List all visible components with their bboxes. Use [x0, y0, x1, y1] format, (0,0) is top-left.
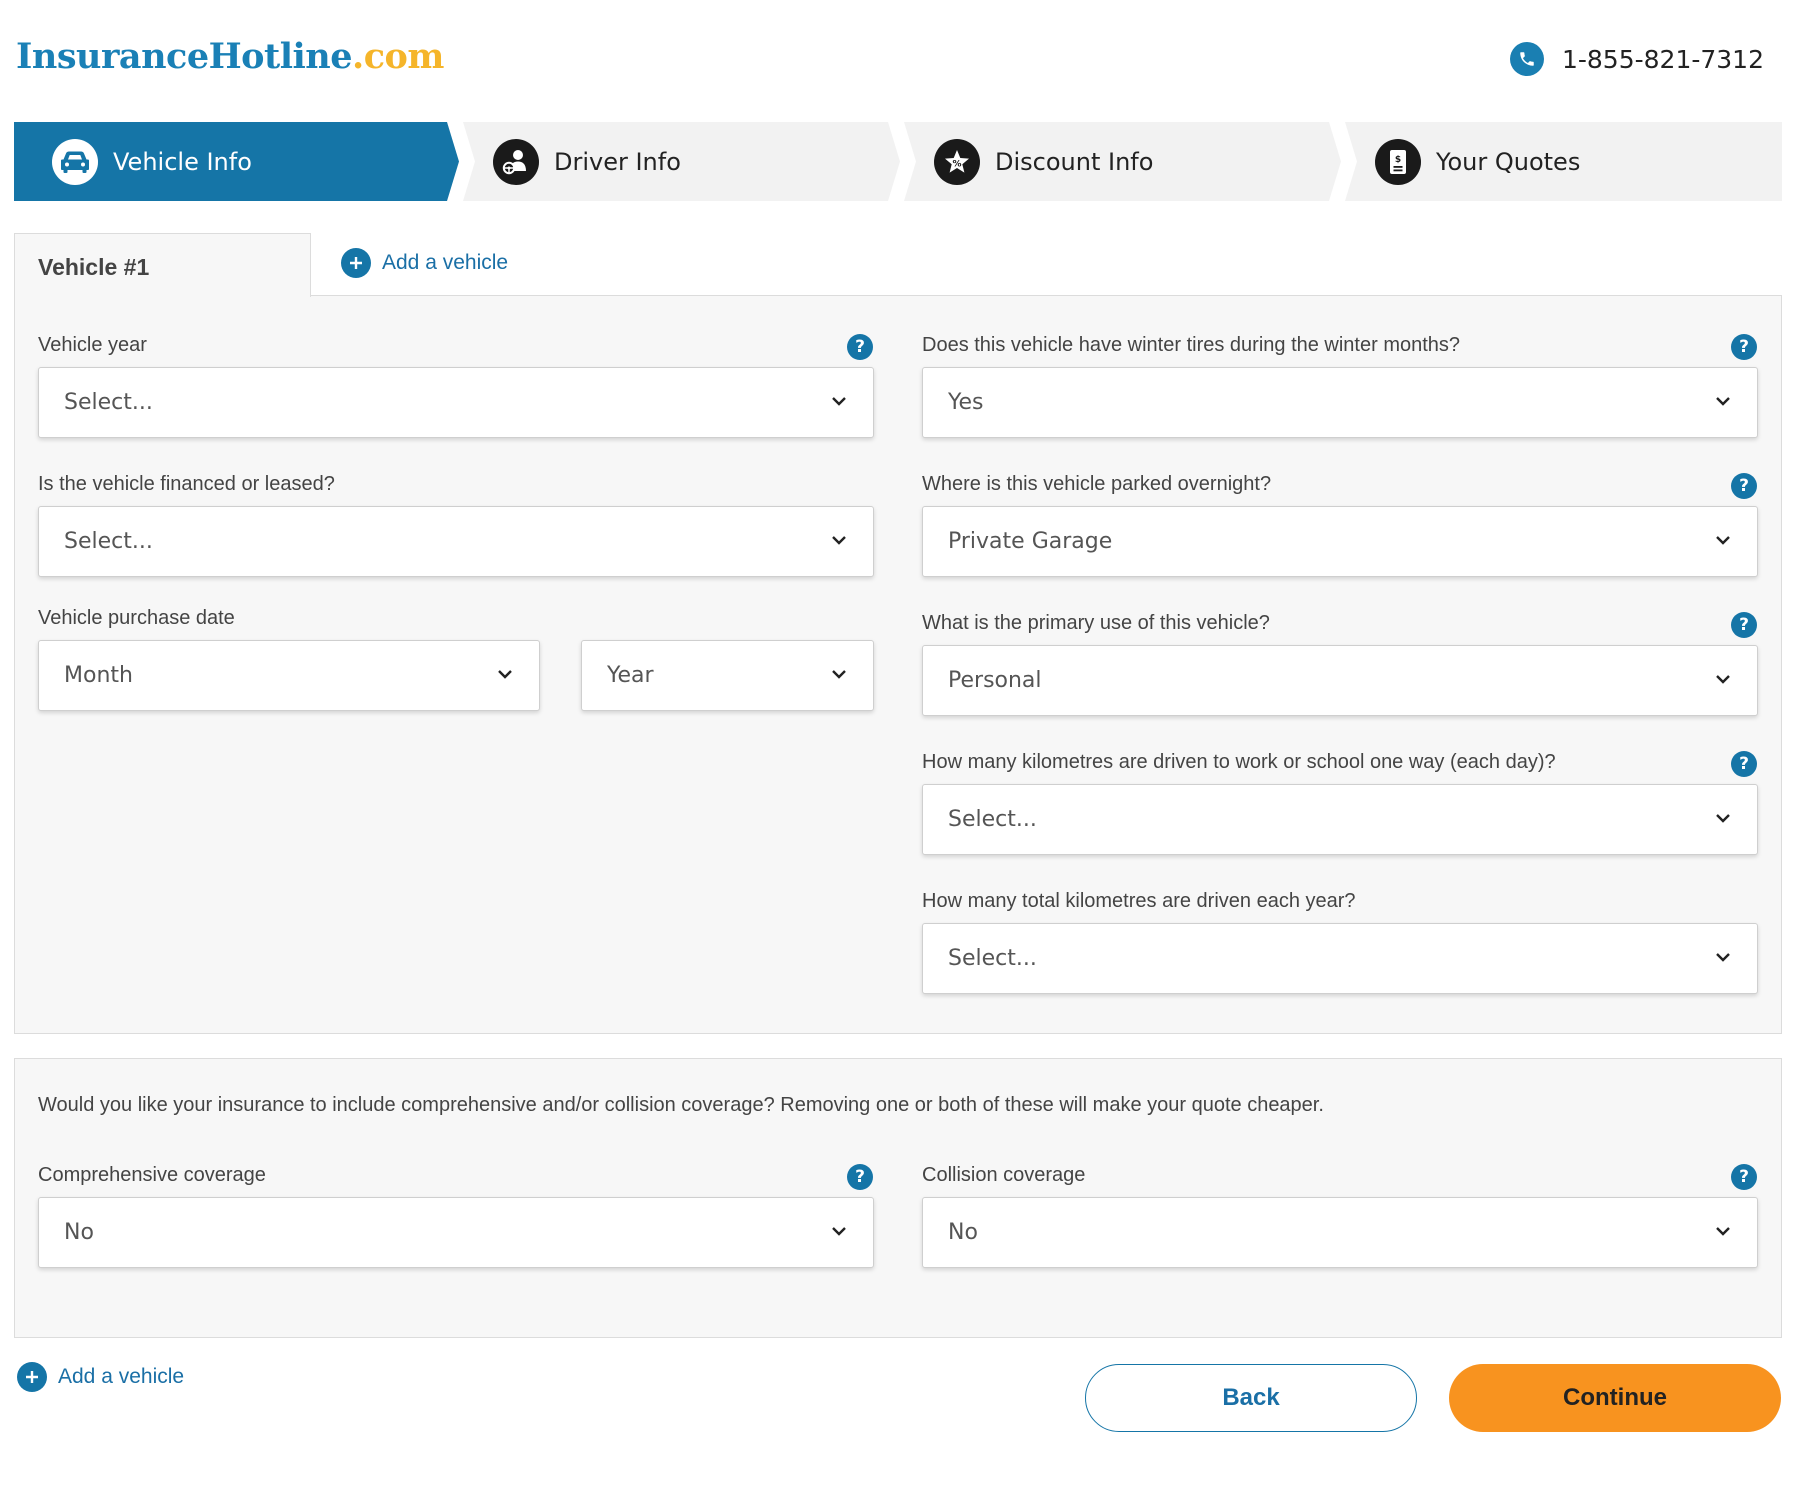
- km-commute-label: How many kilometres are driven to work o…: [922, 751, 1556, 773]
- logo-brand: InsuranceHotline: [16, 36, 353, 77]
- select-value: Year: [607, 663, 654, 688]
- primary-use-label: What is the primary use of this vehicle?: [922, 612, 1270, 634]
- step-label: Driver Info: [554, 147, 681, 176]
- chevron-down-icon: [1716, 675, 1730, 684]
- chevron-down-icon: [1716, 397, 1730, 406]
- financed-label: Is the vehicle financed or leased?: [38, 473, 335, 495]
- logo-tld: .com: [352, 36, 444, 77]
- continue-button[interactable]: Continue: [1449, 1364, 1781, 1432]
- quote-document-icon: $: [1375, 138, 1421, 185]
- step-label: Your Quotes: [1436, 147, 1581, 176]
- winter-tires-label: Does this vehicle have winter tires duri…: [922, 334, 1461, 356]
- purchase-date-label: Vehicle purchase date: [38, 607, 235, 629]
- select-value: Month: [64, 663, 133, 688]
- vehicle-year-label: Vehicle year: [38, 334, 147, 356]
- parked-overnight-select[interactable]: Private Garage: [922, 506, 1758, 577]
- km-yearly-select[interactable]: Select...: [922, 923, 1758, 994]
- help-icon[interactable]: ?: [1731, 1164, 1757, 1190]
- vehicle-details-panel: Vehicle year ? Select... Is the vehicle …: [14, 295, 1782, 1034]
- chevron-down-icon: [832, 536, 846, 545]
- chevron-down-icon: [1716, 1227, 1730, 1236]
- select-value: No: [64, 1220, 94, 1245]
- purchase-year-select[interactable]: Year: [581, 640, 874, 711]
- plus-circle-icon: [17, 1362, 47, 1392]
- chevron-down-icon: [832, 670, 846, 679]
- add-vehicle-label: Add a vehicle: [58, 1365, 185, 1388]
- chevron-down-icon: [1716, 536, 1730, 545]
- svg-text:%: %: [952, 159, 961, 169]
- select-value: Yes: [948, 390, 984, 415]
- step-your-quotes[interactable]: $ Your Quotes: [1345, 122, 1782, 201]
- purchase-month-select[interactable]: Month: [38, 640, 540, 711]
- phone-icon: [1509, 42, 1544, 76]
- help-icon[interactable]: ?: [1731, 751, 1757, 777]
- primary-use-select[interactable]: Personal: [922, 645, 1758, 716]
- select-value: Select...: [64, 529, 153, 554]
- coverage-panel: Would you like your insurance to include…: [14, 1058, 1782, 1338]
- progress-stepper: Vehicle Info Driver Info % Discount Info…: [14, 122, 1782, 201]
- site-logo[interactable]: InsuranceHotline.com: [16, 36, 444, 77]
- km-yearly-label: How many total kilometres are driven eac…: [922, 890, 1356, 912]
- quote-form-page: InsuranceHotline.com 1-855-821-7312 Vehi…: [0, 0, 1796, 1497]
- vehicle-year-select[interactable]: Select...: [38, 367, 874, 438]
- help-icon[interactable]: ?: [1731, 334, 1757, 360]
- tab-label: Vehicle #1: [38, 254, 150, 280]
- help-icon[interactable]: ?: [1731, 473, 1757, 499]
- help-icon[interactable]: ?: [847, 334, 873, 360]
- select-value: Select...: [948, 946, 1037, 971]
- chevron-down-icon: [832, 397, 846, 406]
- winter-tires-select[interactable]: Yes: [922, 367, 1758, 438]
- chevron-down-icon: [498, 670, 512, 679]
- coverage-question: Would you like your insurance to include…: [38, 1094, 1324, 1116]
- comprehensive-select[interactable]: No: [38, 1197, 874, 1268]
- select-value: Private Garage: [948, 529, 1113, 554]
- chevron-down-icon: [832, 1227, 846, 1236]
- step-label: Discount Info: [995, 147, 1154, 176]
- svg-text:$: $: [1395, 155, 1401, 165]
- back-button[interactable]: Back: [1085, 1364, 1417, 1432]
- plus-circle-icon: [341, 248, 371, 278]
- parked-overnight-label: Where is this vehicle parked overnight?: [922, 473, 1272, 495]
- chevron-down-icon: [1716, 953, 1730, 962]
- add-vehicle-label: Add a vehicle: [382, 251, 509, 274]
- step-label: Vehicle Info: [113, 147, 252, 176]
- tab-vehicle-1[interactable]: Vehicle #1: [14, 233, 311, 297]
- select-value: Personal: [948, 668, 1042, 693]
- add-vehicle-footer-link[interactable]: Add a vehicle: [17, 1362, 184, 1392]
- select-value: Select...: [64, 390, 153, 415]
- step-vehicle-info[interactable]: Vehicle Info: [14, 122, 459, 201]
- km-commute-select[interactable]: Select...: [922, 784, 1758, 855]
- phone-number: 1-855-821-7312: [1561, 44, 1764, 74]
- select-value: No: [948, 1220, 978, 1245]
- select-value: Select...: [948, 807, 1037, 832]
- car-icon: [52, 139, 98, 185]
- help-icon[interactable]: ?: [847, 1164, 873, 1190]
- comprehensive-label: Comprehensive coverage: [38, 1164, 266, 1186]
- step-driver-info[interactable]: Driver Info: [463, 122, 900, 201]
- financed-select[interactable]: Select...: [38, 506, 874, 577]
- add-vehicle-tab-link[interactable]: Add a vehicle: [341, 248, 508, 278]
- collision-label: Collision coverage: [922, 1164, 1086, 1186]
- collision-select[interactable]: No: [922, 1197, 1758, 1268]
- help-icon[interactable]: ?: [1731, 612, 1757, 638]
- chevron-down-icon: [1716, 814, 1730, 823]
- phone-contact[interactable]: 1-855-821-7312: [1509, 42, 1764, 76]
- step-discount-info[interactable]: % Discount Info: [904, 122, 1341, 201]
- star-badge-icon: %: [934, 139, 980, 185]
- driver-icon: [493, 139, 539, 185]
